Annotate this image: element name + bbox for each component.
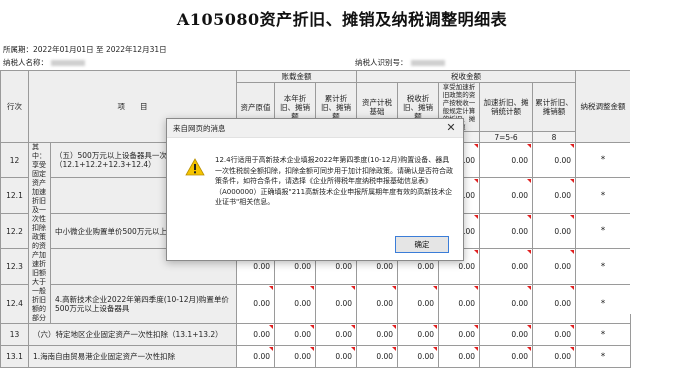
right-margin	[630, 70, 684, 314]
amount-cell[interactable]: 0.00	[356, 283, 399, 325]
amount-cell[interactable]: 0.00	[397, 323, 440, 346]
amount-cell[interactable]: 0.00	[479, 212, 534, 250]
amount-cell[interactable]: 0.00	[274, 283, 316, 325]
period-label: 所属期：2022年01月01日 至 2022年12月31日	[3, 45, 167, 54]
dialog-titlebar: 来自网页的消息 ✕	[167, 119, 463, 138]
row-index: 12	[0, 141, 29, 179]
ok-button[interactable]: 确定	[395, 236, 449, 253]
redacted-value	[410, 60, 445, 66]
row-index: 12.2	[0, 212, 29, 250]
amount-cell[interactable]: 0.00	[479, 323, 534, 346]
amount-cell[interactable]: 0.00	[532, 323, 577, 346]
star-cell: *	[575, 248, 632, 285]
header-account-group: 账载金额	[235, 70, 358, 83]
header-adjust: 纳税调整金额	[575, 70, 632, 143]
amount-cell[interactable]: 0.00	[479, 345, 534, 368]
amount-cell[interactable]: 0.00	[532, 141, 577, 179]
amount-cell[interactable]: 0.00	[314, 283, 358, 325]
amount-cell[interactable]: 0.00	[236, 323, 275, 346]
star-cell: *	[575, 345, 632, 368]
row-label: 1.海南自由贸易港企业固定资产一次性扣除	[28, 345, 237, 368]
row-index: 12.4	[0, 283, 29, 325]
amount-cell[interactable]: 0.00	[532, 177, 577, 214]
warning-icon	[185, 158, 205, 176]
dialog-message: 12.4行适用于高新技术企业填报2022年第四季度(10-12月)购置设备、器具…	[215, 156, 453, 206]
amount-cell[interactable]: 0.00	[438, 283, 481, 325]
group-label: 其中：享受固定资产加速折旧及一次性扣除政策的资产加速折旧额大于一般折旧额的部分	[28, 142, 51, 324]
amount-cell[interactable]: 0.00	[438, 323, 481, 346]
header-accel-stat: 加速折旧、摊销统计额	[479, 82, 534, 132]
amount-cell[interactable]: 0.00	[532, 248, 577, 285]
row-label: 4.高新技术企业2022年第四季度(10-12月)购置单价500万元以上设备器具	[50, 283, 237, 325]
row-index: 13	[0, 323, 29, 346]
amount-cell[interactable]: 0.00	[438, 345, 481, 368]
star-cell: *	[575, 177, 632, 214]
star-cell: *	[575, 212, 632, 250]
amount-cell[interactable]: 0.00	[479, 248, 534, 285]
amount-cell[interactable]: 0.00	[397, 283, 440, 325]
row-label: （六）特定地区企业固定资产一次性扣除（13.1+13.2）	[28, 323, 237, 346]
table-row: 13 （六）特定地区企业固定资产一次性扣除（13.1+13.2） 0.00 0.…	[0, 323, 632, 346]
amount-cell[interactable]: 0.00	[314, 323, 358, 346]
star-cell: *	[575, 323, 632, 346]
amount-cell[interactable]: 0.00	[236, 345, 275, 368]
table-row: 13.1 1.海南自由贸易港企业固定资产一次性扣除 0.00 0.00 0.00…	[0, 345, 632, 368]
dialog-body: 12.4行适用于高新技术企业填报2022年第四季度(10-12月)购置设备、器具…	[167, 138, 463, 260]
amount-cell[interactable]: 0.00	[274, 323, 316, 346]
amount-cell[interactable]: 0.00	[532, 283, 577, 325]
col-number-8: 8	[532, 131, 577, 143]
taxpayer-id: 纳税人识别号：	[355, 57, 445, 68]
close-icon[interactable]: ✕	[443, 120, 459, 136]
redacted-value	[51, 60, 85, 66]
amount-cell[interactable]: 0.00	[479, 177, 534, 214]
amount-cell[interactable]: 0.00	[479, 283, 534, 325]
taxpayer-name-label: 纳税人名称：	[3, 58, 48, 67]
header-cum-tax-depr: 累计折旧、摊销额	[532, 82, 577, 132]
header-row-no: 行次	[0, 70, 29, 143]
row-index: 12.1	[0, 177, 29, 214]
amount-cell[interactable]: 0.00	[479, 141, 534, 179]
star-cell: *	[575, 141, 632, 179]
alert-dialog: 来自网页的消息 ✕ 12.4行适用于高新技术企业填报2022年第四季度(10-1…	[166, 118, 464, 261]
table-row: 12.4 4.高新技术企业2022年第四季度(10-12月)购置单价500万元以…	[0, 283, 632, 325]
col-number-7: 7=5-6	[479, 131, 534, 143]
amount-cell[interactable]: 0.00	[236, 283, 275, 325]
amount-cell[interactable]: 0.00	[397, 345, 440, 368]
star-cell: *	[575, 283, 632, 325]
taxpayer-id-label: 纳税人识别号：	[355, 58, 408, 67]
header-tax-group: 税收金额	[356, 70, 577, 83]
amount-cell[interactable]: 0.00	[356, 345, 399, 368]
row-index: 13.1	[0, 345, 29, 368]
amount-cell[interactable]: 0.00	[356, 323, 399, 346]
row-index: 12.3	[0, 248, 29, 285]
page-title: A105080资产折旧、摊销及纳税调整明细表	[176, 10, 508, 29]
amount-cell[interactable]: 0.00	[532, 345, 577, 368]
taxpayer-name: 纳税人名称：	[3, 57, 85, 68]
dialog-title: 来自网页的消息	[173, 124, 226, 133]
amount-cell[interactable]: 0.00	[314, 345, 358, 368]
amount-cell[interactable]: 0.00	[274, 345, 316, 368]
amount-cell[interactable]: 0.00	[532, 212, 577, 250]
